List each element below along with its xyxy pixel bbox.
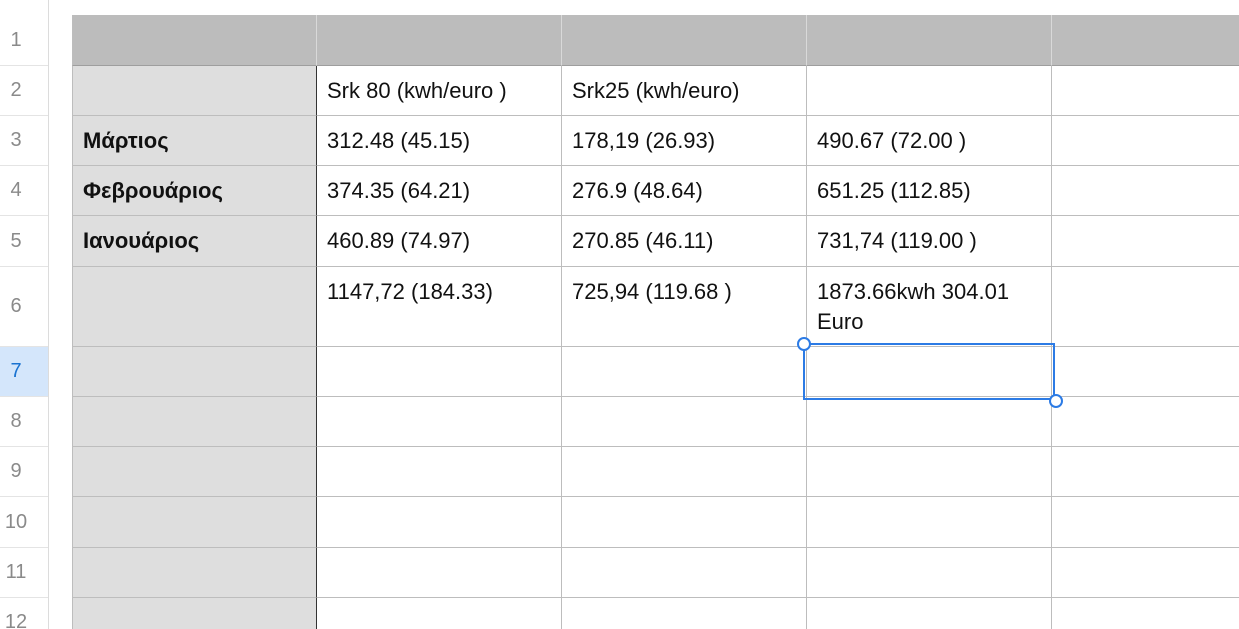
row-number-3[interactable]: 3 [0,116,48,166]
column-title-cell[interactable]: Srk 80 (kwh/euro ) [317,66,562,116]
row-label-cell[interactable] [72,447,317,497]
table-cell[interactable]: 490.67 (72.00 ) [807,116,1052,166]
table-cell[interactable]: 312.48 (45.15) [317,116,562,166]
table-cell[interactable]: 731,74 (119.00 ) [807,216,1052,267]
row-label-cell[interactable]: Μάρτιος [72,116,317,166]
row-number-4[interactable]: 4 [0,166,48,216]
row-number-1[interactable]: 1 [0,16,48,66]
table-cell[interactable]: 178,19 (26.93) [562,116,807,166]
row-label-cell[interactable]: Ιανουάριος [72,216,317,267]
table-cell[interactable]: 651.25 (112.85) [807,166,1052,216]
table-cell[interactable] [1052,267,1239,347]
table-cell[interactable] [562,397,807,447]
table-cell[interactable] [562,598,807,629]
row-number-9[interactable]: 9 [0,447,48,497]
selection-handle-bottom-right[interactable] [1049,394,1063,408]
column-title-cell[interactable]: Srk25 (kwh/euro) [562,66,807,116]
column-title-cell[interactable] [1052,66,1239,116]
row-number-7[interactable]: 7 [0,347,48,397]
table-cell[interactable] [1052,598,1239,629]
row-label-cell[interactable] [72,397,317,447]
selected-cell-outline[interactable] [803,343,1055,400]
row-label-cell[interactable] [72,497,317,548]
table-cell[interactable]: 276.9 (48.64) [562,166,807,216]
table-cell[interactable] [317,497,562,548]
row-label-cell[interactable] [72,598,317,629]
column-title-cell[interactable] [807,66,1052,116]
table-cell[interactable] [1052,216,1239,267]
table-cell[interactable]: 460.89 (74.97) [317,216,562,267]
row-label-cell[interactable] [72,548,317,598]
row-number-10[interactable]: 10 [0,497,48,548]
table-cell[interactable]: 374.35 (64.21) [317,166,562,216]
table-cell[interactable] [807,497,1052,548]
selection-handle-top-left[interactable] [797,337,811,351]
header-cell[interactable] [807,15,1052,66]
header-cell[interactable] [562,15,807,66]
row-number-5[interactable]: 5 [0,216,48,267]
row-label-cell[interactable] [72,267,317,347]
row-number-8[interactable]: 8 [0,397,48,447]
header-cell[interactable] [317,15,562,66]
table-cell[interactable] [1052,447,1239,497]
table-cell[interactable] [562,548,807,598]
row-label-cell[interactable] [72,347,317,397]
table-cell[interactable] [807,548,1052,598]
row-number-11[interactable]: 11 [0,548,48,598]
table-cell[interactable] [1052,548,1239,598]
table-cell[interactable] [317,397,562,447]
header-cell[interactable] [72,15,317,66]
row-label-cell[interactable]: Φεβρουάριος [72,166,317,216]
table-grid: Srk 80 (kwh/euro ) Srk25 (kwh/euro) Μάρτιο… [72,15,1239,629]
table-cell[interactable] [1052,497,1239,548]
table-cell[interactable] [317,347,562,397]
table-cell[interactable] [1052,166,1239,216]
table-cell[interactable] [1052,116,1239,166]
table-cell[interactable] [807,397,1052,447]
table-cell[interactable]: 1873.66kwh 304.01 Euro [807,267,1052,347]
table-cell[interactable]: 270.85 (46.11) [562,216,807,267]
row-number-gutter: 1 2 3 4 5 6 7 8 9 10 11 12 [0,0,49,629]
label-cell[interactable] [72,66,317,116]
table-cell[interactable] [562,347,807,397]
row-number-6[interactable]: 6 [0,267,48,347]
table-cell[interactable] [317,447,562,497]
table-cell[interactable] [1052,397,1239,447]
table-cell[interactable]: 1147,72 (184.33) [317,267,562,347]
table-cell[interactable] [807,598,1052,629]
table-cell[interactable] [562,497,807,548]
table-cell[interactable] [1052,347,1239,397]
table-cell[interactable] [317,598,562,629]
row-number-12[interactable]: 12 [0,598,48,629]
table-cell[interactable] [562,447,807,497]
header-cell[interactable] [1052,15,1239,66]
spreadsheet: 1 2 3 4 5 6 7 8 9 10 11 12 Srk 80 (kwh/euro ) Srk25 … [0,0,1239,629]
row-number-2[interactable]: 2 [0,66,48,116]
table-cell[interactable] [317,548,562,598]
table-cell[interactable] [807,447,1052,497]
table-cell[interactable]: 725,94 (119.68 ) [562,267,807,347]
